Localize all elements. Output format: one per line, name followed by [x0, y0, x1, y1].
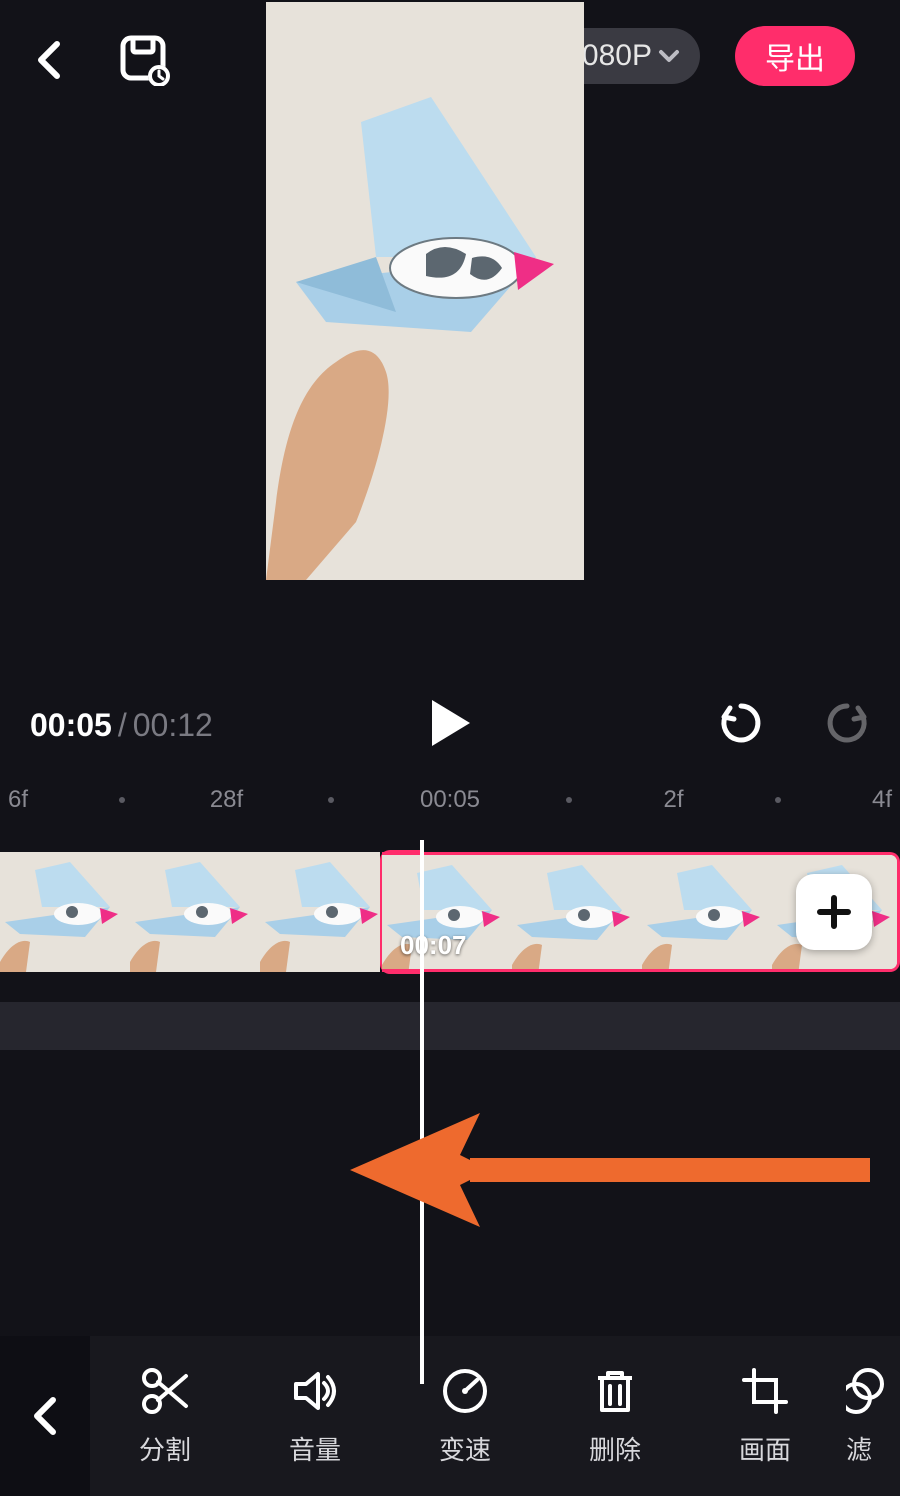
export-button[interactable]: 导出	[735, 26, 855, 86]
undo-button[interactable]	[718, 700, 764, 751]
timeline-track[interactable]: 00:07	[0, 840, 900, 990]
bottom-toolbar: 分割 音量 变速 删除 画面 滤	[0, 1336, 900, 1496]
scissors-icon	[140, 1366, 190, 1416]
ruler-tick: 00:05	[405, 786, 495, 814]
tool-label: 变速	[439, 1430, 491, 1467]
tool-label: 分割	[139, 1430, 191, 1467]
ruler-tick: 4f	[852, 786, 900, 814]
annotation-arrow-icon	[350, 1105, 870, 1235]
filter-icon	[846, 1366, 886, 1416]
clip-thumbnail	[260, 852, 380, 972]
play-button[interactable]	[428, 698, 472, 753]
current-time: 00:05	[30, 707, 112, 744]
timeline-ruler[interactable]: 6f 28f 00:05 2f 4f	[0, 770, 900, 830]
ruler-dot	[328, 797, 334, 803]
undo-icon	[718, 700, 764, 746]
chevron-down-icon	[656, 43, 682, 69]
redo-button[interactable]	[824, 700, 870, 751]
play-icon	[428, 698, 472, 748]
back-button[interactable]	[20, 30, 80, 90]
clip-thumbnail	[0, 852, 130, 972]
time-separator: /	[118, 707, 127, 744]
clip-segment-1[interactable]	[0, 852, 380, 972]
ruler-tick: 28f	[197, 786, 257, 814]
tool-canvas[interactable]: 画面	[690, 1336, 840, 1496]
tool-filter[interactable]: 滤	[840, 1336, 900, 1496]
tool-split[interactable]: 分割	[90, 1336, 240, 1496]
chevron-left-icon	[35, 40, 65, 80]
clip-thumbnail	[130, 852, 260, 972]
secondary-track[interactable]	[0, 1002, 900, 1050]
timeline-region: 00:07	[0, 840, 900, 1400]
ruler-dot	[566, 797, 572, 803]
tool-speed[interactable]: 变速	[390, 1336, 540, 1496]
total-time: 00:12	[133, 707, 213, 744]
clip-thumbnail	[642, 855, 772, 972]
speaker-icon	[290, 1366, 340, 1416]
tool-label: 画面	[739, 1430, 791, 1467]
trash-icon	[590, 1366, 640, 1416]
playback-controls: 00:05 / 00:12	[0, 680, 900, 770]
save-icon	[119, 34, 171, 86]
chevron-left-icon	[31, 1396, 59, 1436]
tool-label: 滤	[846, 1430, 872, 1467]
ruler-dot	[775, 797, 781, 803]
gauge-icon	[440, 1366, 490, 1416]
plus-icon	[814, 892, 854, 932]
export-label: 导出	[765, 34, 825, 78]
clip-thumbnail	[512, 855, 642, 972]
tool-label: 删除	[589, 1430, 641, 1467]
save-draft-button[interactable]	[110, 25, 180, 95]
tool-delete[interactable]: 删除	[540, 1336, 690, 1496]
tool-volume[interactable]: 音量	[240, 1336, 390, 1496]
preview-frame-illustration	[266, 2, 584, 580]
ruler-dot	[119, 797, 125, 803]
clip-duration-label: 00:07	[400, 930, 467, 961]
video-preview[interactable]	[266, 2, 584, 580]
playhead[interactable]	[420, 840, 424, 1384]
add-clip-button[interactable]	[796, 874, 872, 950]
crop-icon	[740, 1366, 790, 1416]
tool-label: 音量	[289, 1430, 341, 1467]
video-preview-area	[0, 100, 900, 680]
ruler-tick: 6f	[0, 786, 48, 814]
redo-icon	[824, 700, 870, 746]
toolbar-back-button[interactable]	[0, 1336, 90, 1496]
ruler-tick: 2f	[644, 786, 704, 814]
